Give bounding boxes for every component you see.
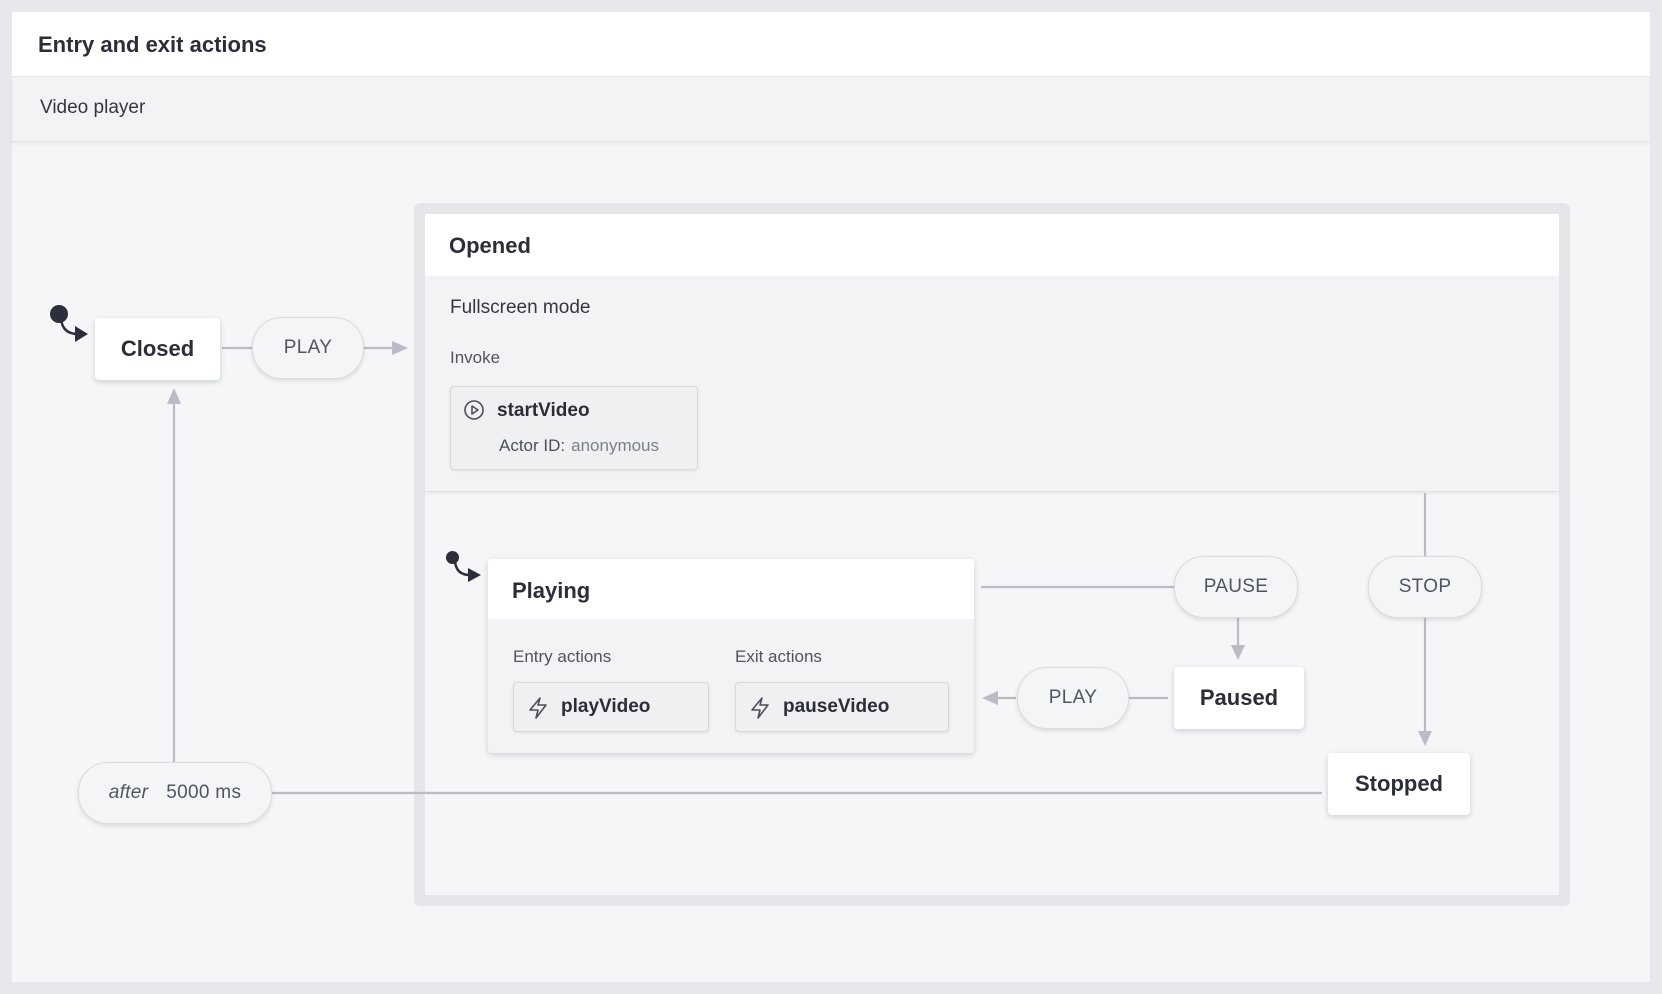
event-after-delay[interactable]: after 5000 ms <box>78 762 272 824</box>
event-play-open[interactable]: PLAY <box>252 317 364 379</box>
entry-action-card[interactable]: playVideo <box>513 682 709 732</box>
lightning-bolt-icon <box>751 697 769 719</box>
event-pause[interactable]: PAUSE <box>1174 556 1298 618</box>
state-playing[interactable]: Playing Entry actions Exit actions playV… <box>488 559 974 753</box>
state-paused-label: Paused <box>1199 685 1279 710</box>
lightning-bolt-icon <box>529 697 547 719</box>
initial-state-dot-playing <box>446 551 459 564</box>
exit-action-name: pauseVideo <box>783 696 890 717</box>
exit-action-card[interactable]: pauseVideo <box>735 682 949 732</box>
state-playing-header: Playing <box>488 559 974 619</box>
exit-actions-label: Exit actions <box>735 647 822 666</box>
event-after-keyword: after <box>108 782 149 803</box>
entry-actions-label: Entry actions <box>513 647 612 666</box>
event-after-value: 5000 ms <box>166 782 242 803</box>
event-play-resume-label: PLAY <box>1048 687 1098 708</box>
event-play-resume[interactable]: PLAY <box>1017 667 1129 729</box>
event-play-open-label: PLAY <box>283 337 333 358</box>
initial-state-dot <box>50 305 68 323</box>
state-closed-label: Closed <box>120 336 195 361</box>
event-stop[interactable]: STOP <box>1368 556 1482 618</box>
state-closed[interactable]: Closed <box>95 318 220 380</box>
event-pause-label: PAUSE <box>1203 576 1269 597</box>
entry-action-name: playVideo <box>561 696 651 717</box>
state-playing-title: Playing <box>512 578 591 603</box>
event-stop-label: STOP <box>1398 576 1452 597</box>
state-stopped[interactable]: Stopped <box>1328 753 1470 815</box>
state-paused[interactable]: Paused <box>1174 667 1304 729</box>
transition-edges <box>59 317 1432 795</box>
state-stopped-label: Stopped <box>1355 771 1443 796</box>
